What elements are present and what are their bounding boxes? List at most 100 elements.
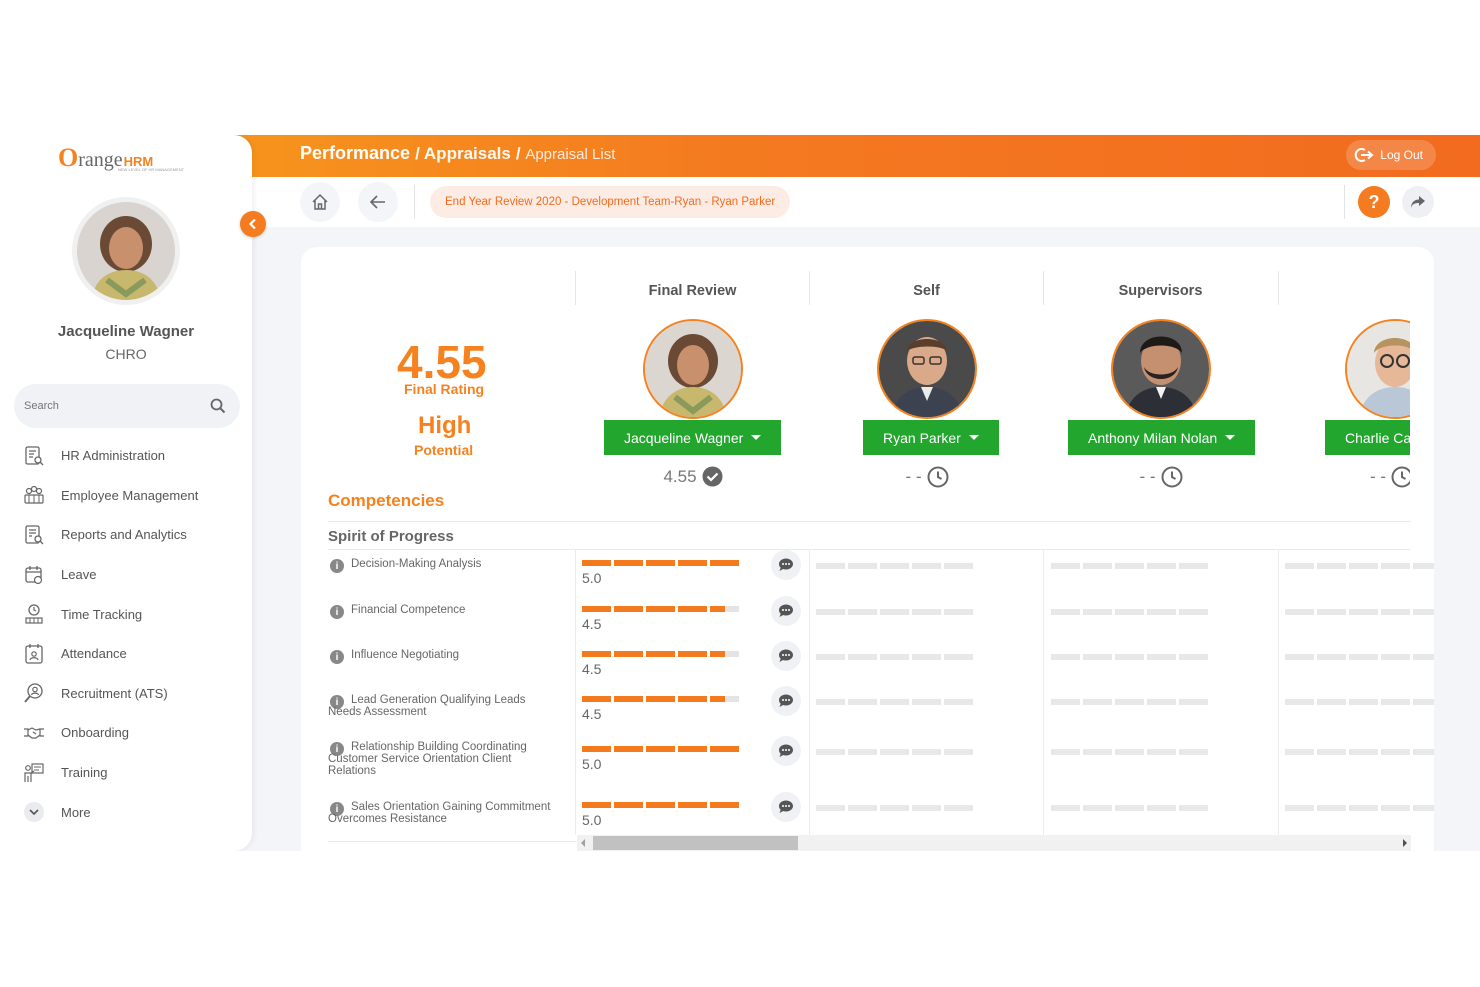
search-input[interactable] xyxy=(24,396,194,416)
user-role: CHRO xyxy=(105,346,147,362)
clock-icon xyxy=(927,466,949,488)
rating-bar-segment xyxy=(614,560,643,566)
app-shell: Performance / Appraisals / Appraisal Lis… xyxy=(0,135,1480,851)
competency-row: i Relationship Building Coordinating Cust… xyxy=(301,733,1434,777)
comment-button[interactable] xyxy=(771,641,801,671)
scrollbar-thumb[interactable] xyxy=(593,836,798,850)
comment-button[interactable] xyxy=(771,792,801,822)
competency-row: i Financial Competence 4.5 xyxy=(301,596,1434,640)
breadcrumb: Performance / Appraisals / Appraisal Lis… xyxy=(300,143,616,163)
rating-bar xyxy=(582,746,739,752)
help-button[interactable]: ? xyxy=(1358,186,1390,218)
attendance-icon xyxy=(22,642,46,666)
reviewer-score: - - xyxy=(810,466,1044,488)
rating-bar-segment xyxy=(614,651,643,657)
rating-value: 4.5 xyxy=(582,616,602,632)
comment-button[interactable] xyxy=(771,686,801,716)
rating-bar-segment xyxy=(678,696,707,702)
top-header: Performance / Appraisals / Appraisal Lis… xyxy=(234,135,1480,177)
competency-group-title: Spirit of Progress xyxy=(328,528,454,545)
comment-button[interactable] xyxy=(771,596,801,626)
logout-button[interactable]: Log Out xyxy=(1346,140,1436,170)
share-icon xyxy=(1411,196,1425,208)
caret-down-icon xyxy=(968,435,979,440)
review-title-pill[interactable]: End Year Review 2020 - Development Team-… xyxy=(430,186,791,218)
breadcrumb-appraisals[interactable]: Appraisals xyxy=(424,144,511,163)
reviewer-supervisor-anthony: Anthony Milan Nolan - - xyxy=(1044,319,1278,499)
reviewer-score: - - xyxy=(1044,466,1278,488)
sidebar-item-attendance[interactable]: Attendance xyxy=(0,634,252,674)
rating-bar-segment xyxy=(710,560,739,566)
collapse-sidebar-button[interactable] xyxy=(240,211,266,237)
sidebar-item-onboarding[interactable]: Onboarding xyxy=(0,713,252,753)
competency-label: Lead Generation Qualifying Leads Needs A… xyxy=(328,694,526,718)
comment-icon xyxy=(779,604,793,617)
sidebar-item-leave[interactable]: Leave xyxy=(0,555,252,595)
breadcrumb-performance[interactable]: Performance xyxy=(300,143,410,163)
competency-label: Influence Negotiating xyxy=(351,649,460,661)
share-button[interactable] xyxy=(1402,186,1434,218)
reviewer-dropdown-jacqueline[interactable]: Jacqueline Wagner xyxy=(604,420,782,455)
search-icon[interactable] xyxy=(206,394,230,418)
training-icon xyxy=(22,761,46,785)
sidebar-item-training[interactable]: Training xyxy=(0,753,252,793)
comment-button[interactable] xyxy=(771,550,801,580)
reviewer-avatar[interactable] xyxy=(877,319,977,419)
rating-bar-segment xyxy=(710,696,739,702)
final-rating-label: Final Rating xyxy=(404,381,485,397)
comment-icon xyxy=(779,800,793,813)
logout-label: Log Out xyxy=(1380,148,1423,162)
reviewer-dropdown-charlie[interactable]: Charlie Ca xyxy=(1325,420,1410,455)
empty-rating-placeholder xyxy=(1285,749,1434,755)
rating-bar-segment xyxy=(678,802,707,808)
rating-bar-segment xyxy=(614,696,643,702)
leave-icon xyxy=(22,563,46,587)
competency-row: i Influence Negotiating 4.5 xyxy=(301,641,1434,685)
column-self: Self xyxy=(913,283,940,299)
scroll-left-arrow[interactable] xyxy=(581,839,585,847)
comment-icon xyxy=(779,744,793,757)
rating-bar-segment xyxy=(710,802,739,808)
back-button[interactable] xyxy=(358,182,398,222)
user-avatar[interactable] xyxy=(72,197,180,305)
scroll-right-arrow[interactable] xyxy=(1403,839,1407,847)
sidebar-item-recruitment[interactable]: Recruitment (ATS) xyxy=(0,674,252,714)
sidebar-item-more[interactable]: More xyxy=(0,792,252,832)
competency-label: Decision-Making Analysis xyxy=(351,558,482,570)
reviewer-dropdown-ryan[interactable]: Ryan Parker xyxy=(863,420,999,455)
onboarding-icon xyxy=(22,721,46,745)
rating-bar-segment xyxy=(678,560,707,566)
arrow-left-icon xyxy=(370,195,385,209)
rating-bar-segment xyxy=(614,606,643,612)
horizontal-scrollbar[interactable] xyxy=(577,835,1411,851)
empty-rating-placeholder xyxy=(816,563,973,569)
sidebar-item-hr-administration[interactable]: HR Administration xyxy=(0,436,252,476)
user-name: Jacqueline Wagner xyxy=(57,323,195,340)
sidebar-item-time-tracking[interactable]: Time Tracking xyxy=(0,594,252,634)
reviewer-avatar[interactable] xyxy=(643,319,743,419)
comment-button[interactable] xyxy=(771,736,801,766)
empty-rating-placeholder xyxy=(1285,609,1434,615)
reviewer-avatar[interactable] xyxy=(1345,319,1410,419)
breadcrumb-appraisal-list[interactable]: Appraisal List xyxy=(525,146,615,163)
home-button[interactable] xyxy=(300,182,340,222)
rating-bar-segment xyxy=(614,802,643,808)
column-supervisors: Supervisors xyxy=(1118,283,1203,299)
reviewer-score: - - xyxy=(1278,466,1410,488)
sidebar-item-reports-and-analytics[interactable]: Reports and Analytics xyxy=(0,515,252,555)
sidebar-item-employee-management[interactable]: Employee Management xyxy=(0,476,252,516)
reviewer-supervisor-charlie: Charlie Ca - - xyxy=(1278,319,1410,499)
empty-rating-placeholder xyxy=(1051,609,1208,615)
rating-value: 5.0 xyxy=(582,756,602,772)
empty-rating-placeholder xyxy=(816,805,973,811)
rating-value: 4.5 xyxy=(582,706,602,722)
reviewer-score: 4.55 xyxy=(576,466,810,487)
reviewer-avatar[interactable] xyxy=(1111,319,1211,419)
recruitment-icon xyxy=(22,681,46,705)
competency-label: Relationship Building Coordinating Custo… xyxy=(328,741,527,777)
reports-icon xyxy=(22,523,46,547)
potential-value: High xyxy=(418,412,472,439)
rating-bar-segment xyxy=(582,606,611,612)
potential-label: Potential xyxy=(414,442,474,458)
reviewer-dropdown-anthony[interactable]: Anthony Milan Nolan xyxy=(1068,420,1256,455)
